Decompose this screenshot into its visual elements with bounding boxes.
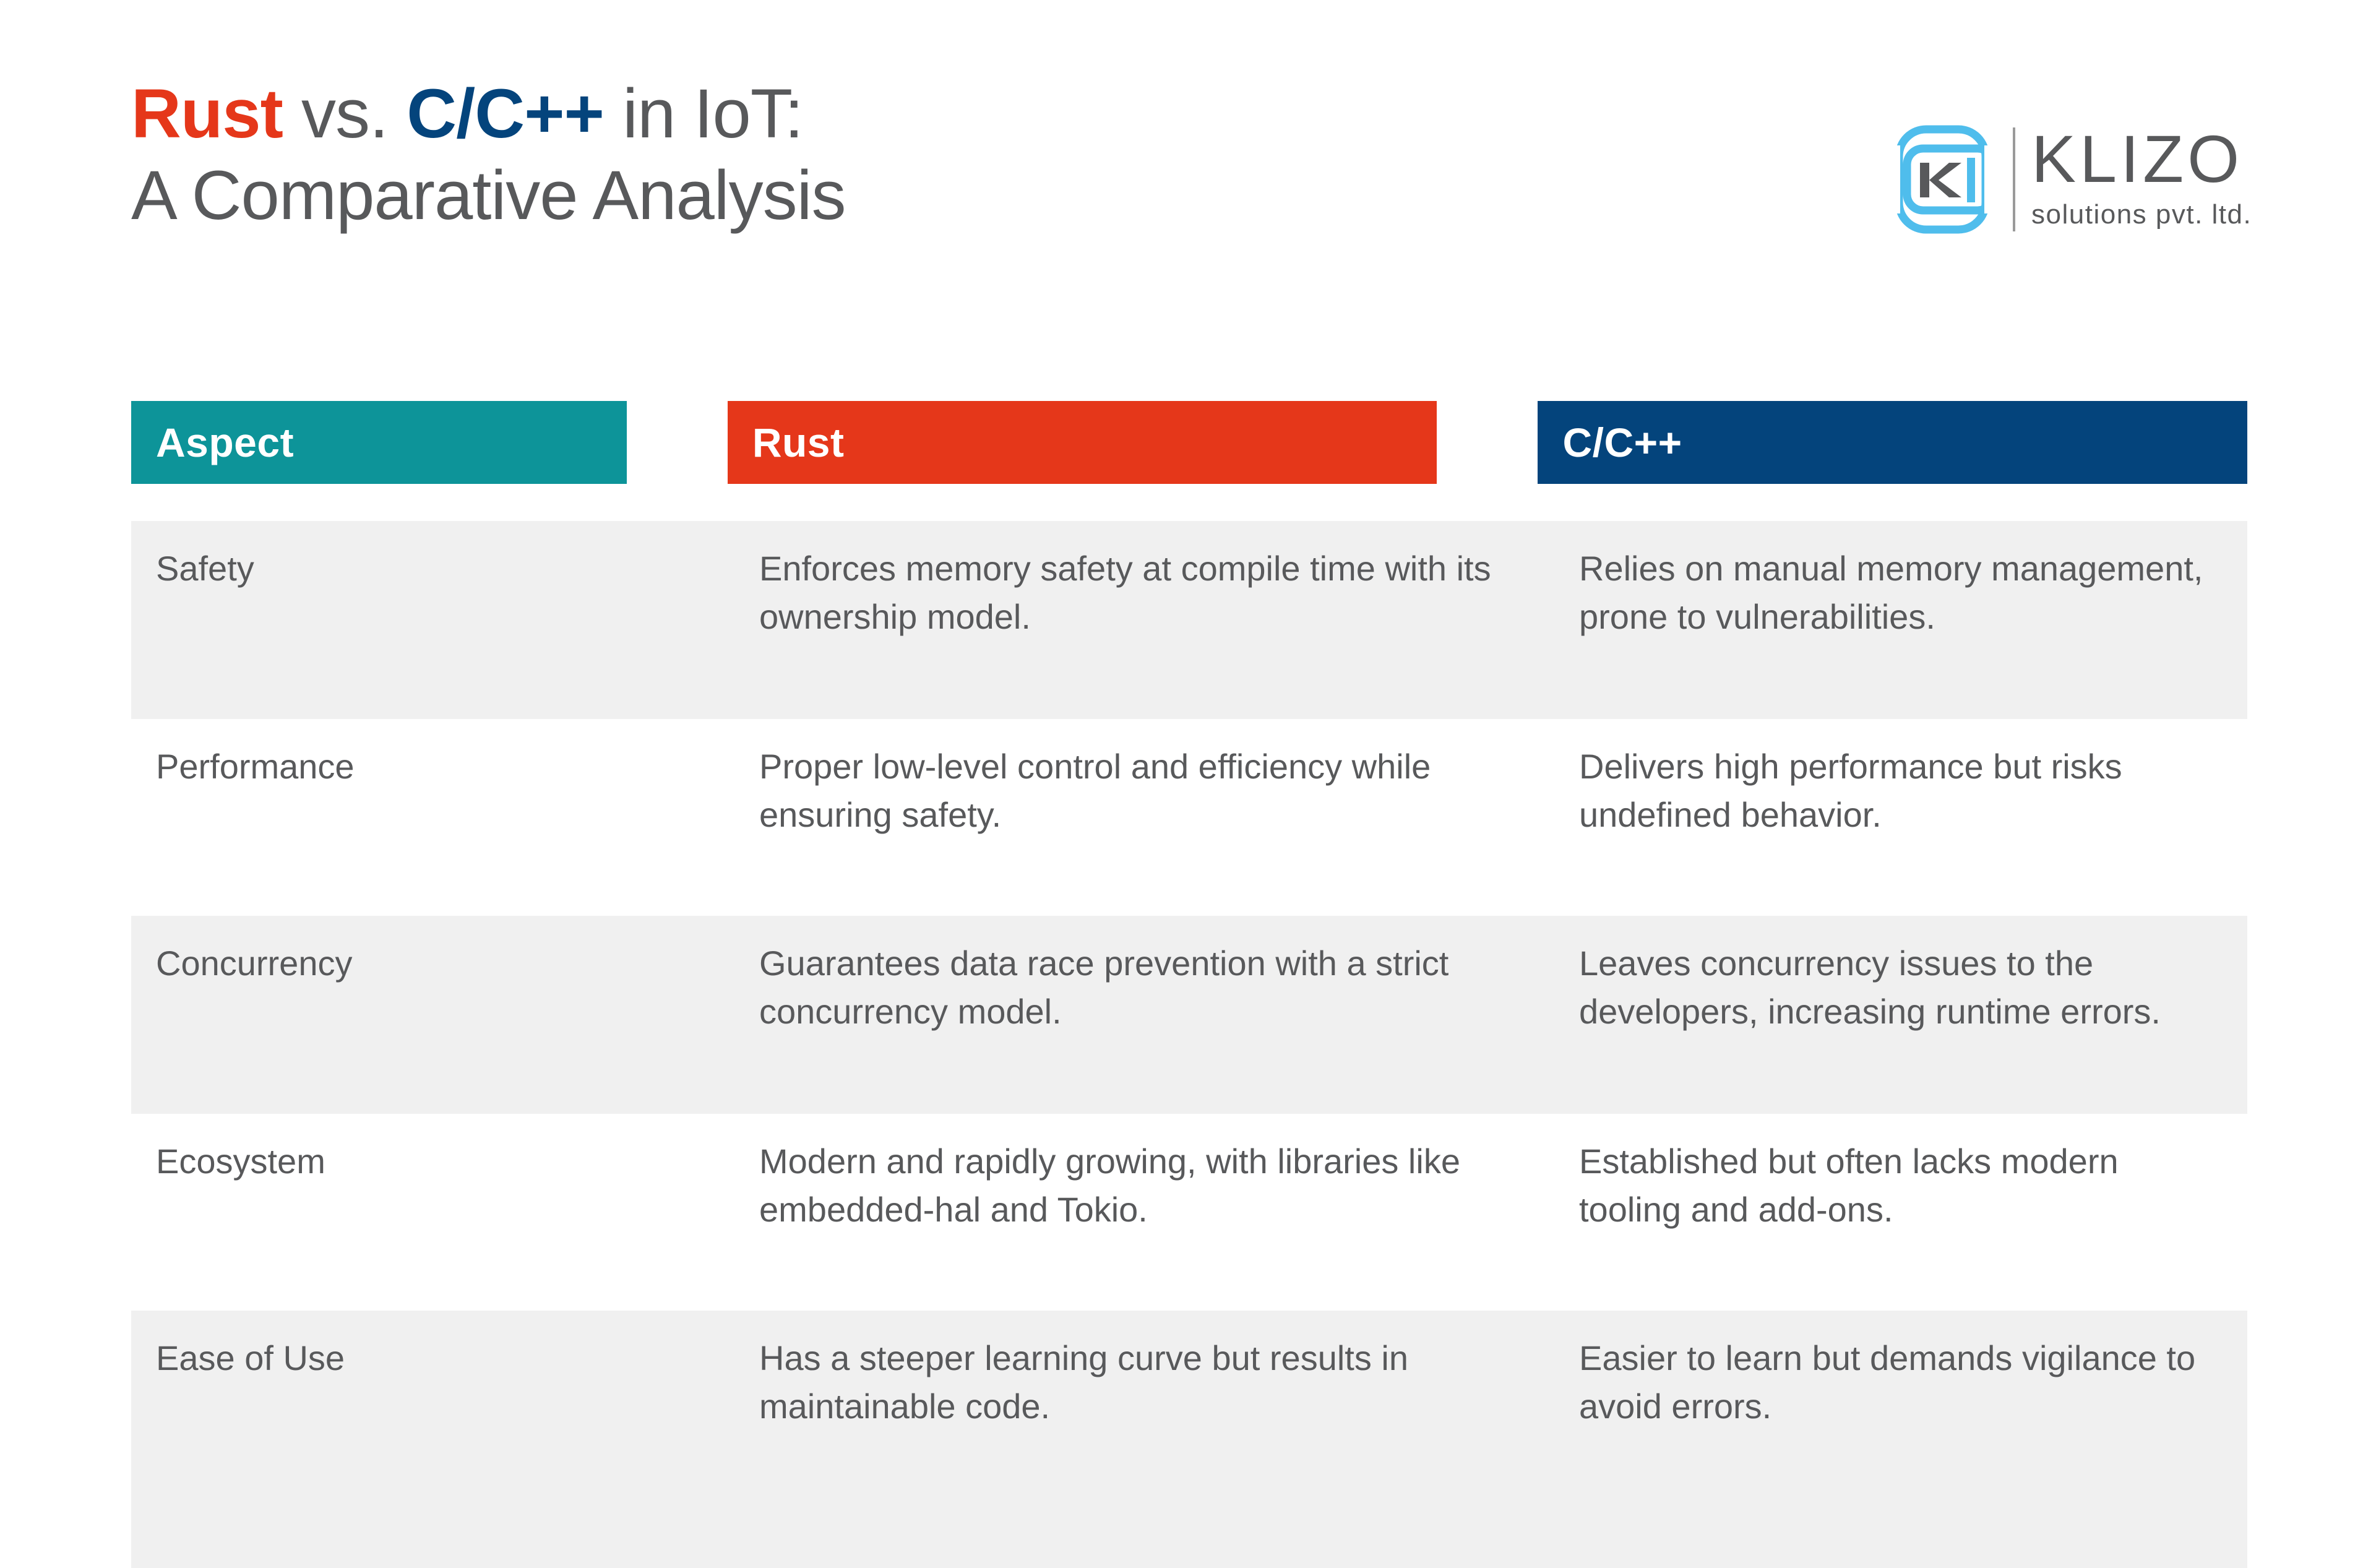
cell-cpp: Delivers high performance but risks unde… xyxy=(1579,747,2122,834)
title-cpp-word: C/C++ xyxy=(407,75,605,152)
cell-cpp: Leaves concurrency issues to the develop… xyxy=(1579,944,2161,1031)
logo-tagline: solutions pvt. ltd. xyxy=(2031,199,2252,230)
title-line-2: A Comparative Analysis xyxy=(131,157,846,234)
table-header-aspect: Aspect xyxy=(131,401,627,484)
cell-rust: Enforces memory safety at compile time w… xyxy=(759,549,1491,636)
cell-cpp: Easier to learn but demands vigilance to… xyxy=(1579,1338,2196,1426)
table-row: Ease of Use Has a steeper learning curve… xyxy=(131,1311,2247,1568)
header-gap-2 xyxy=(1437,401,1538,484)
cell-aspect: Concurrency xyxy=(156,944,353,983)
table-header-row: Aspect Rust C/C++ xyxy=(131,401,2248,484)
table-row: Safety Enforces memory safety at compile… xyxy=(131,521,2247,719)
table-row: Ecosystem Modern and rapidly growing, wi… xyxy=(131,1114,2247,1311)
table-header-cpp: C/C++ xyxy=(1538,401,2248,484)
table-row: Performance Proper low-level control and… xyxy=(131,719,2247,916)
cell-aspect: Ease of Use xyxy=(156,1338,345,1377)
cell-cpp: Relies on manual memory management, pron… xyxy=(1579,549,2203,636)
title-vs-word: vs. xyxy=(282,75,407,152)
title-rust-word: Rust xyxy=(131,75,283,152)
cell-aspect: Ecosystem xyxy=(156,1142,325,1181)
cell-aspect: Safety xyxy=(156,549,254,588)
table-body: Safety Enforces memory safety at compile… xyxy=(131,521,2247,1568)
title-line-1: Rust vs. C/C++ in IoT: xyxy=(131,73,1678,155)
logo-company-name: KLIZO xyxy=(2031,121,2244,196)
cell-rust: Proper low-level control and efficiency … xyxy=(759,747,1431,834)
cell-rust: Modern and rapidly growing, with librari… xyxy=(759,1142,1460,1229)
page-title: Rust vs. C/C++ in IoT: A Comparative Ana… xyxy=(131,73,1678,236)
cell-rust: Has a steeper learning curve but results… xyxy=(759,1338,1408,1426)
cell-cpp: Established but often lacks modern tooli… xyxy=(1579,1142,2119,1229)
table-header-rust: Rust xyxy=(727,401,1437,484)
logo-divider xyxy=(2013,127,2015,231)
header-gap-1 xyxy=(627,401,728,484)
logo-wordmark: KLIZO solutions pvt. ltd. xyxy=(2031,121,2252,232)
cell-rust: Guarantees data race prevention with a s… xyxy=(759,944,1449,1031)
cell-aspect: Performance xyxy=(156,747,355,786)
title-iot-word: in IoT: xyxy=(603,75,804,152)
klizo-k-bracket-icon xyxy=(1890,121,2003,238)
comparison-table: Aspect Rust C/C++ Safety Enforces memory… xyxy=(131,401,2248,1568)
klizo-logo: KLIZO solutions pvt. ltd. xyxy=(1890,121,2252,238)
table-row: Concurrency Guarantees data race prevent… xyxy=(131,916,2247,1114)
infographic-page: Rust vs. C/C++ in IoT: A Comparative Ana… xyxy=(0,0,2376,1568)
